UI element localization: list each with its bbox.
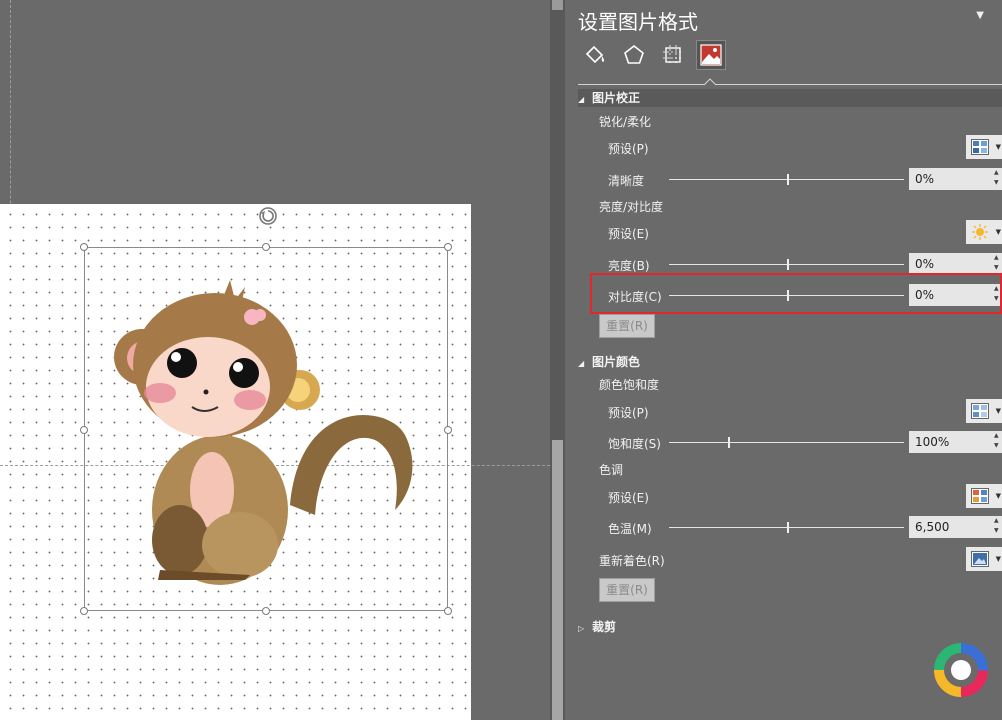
section-picture-corrections[interactable]: ◢ 图片校正 <box>578 89 1002 107</box>
section-title: 图片校正 <box>592 91 641 105</box>
preset-gallery-icon <box>971 139 989 155</box>
resize-handle-bottom-left[interactable] <box>80 607 88 615</box>
contrast-highlight-box <box>590 273 1002 314</box>
section-title: 图片颜色 <box>592 355 641 369</box>
temperature-spinbox[interactable]: 6,500 ▲ ▼ <box>909 516 1002 538</box>
recolor-picture-icon <box>971 551 989 567</box>
recolor-label: 重新着色(R) <box>599 554 665 568</box>
preset-gallery-icon <box>971 403 989 419</box>
sharpen-preset-label: 预设(P) <box>608 142 649 156</box>
picture-icon <box>700 44 722 66</box>
temperature-label: 色温(M) <box>608 522 652 536</box>
bc-preset-label: 预设(E) <box>608 227 649 241</box>
correction-reset-button[interactable]: 重置(R) <box>599 314 655 338</box>
slide-editing-area[interactable] <box>0 0 550 720</box>
pentagon-icon[interactable] <box>621 42 647 68</box>
spin-arrows-icon[interactable]: ▲ ▼ <box>994 516 1002 538</box>
saturation-preset-dropdown[interactable]: ▼ <box>966 399 1002 423</box>
expanded-triangle-icon: ◢ <box>578 359 585 368</box>
scrollbar-thumb[interactable] <box>552 440 563 720</box>
sharpness-slider-thumb[interactable] <box>786 174 789 185</box>
brightness-spinbox[interactable]: 0% ▲ ▼ <box>909 253 1002 275</box>
recolor-dropdown[interactable]: ▼ <box>966 547 1002 571</box>
sharpen-preset-dropdown[interactable]: ▼ <box>966 135 1002 159</box>
brightness-value: 0% <box>915 257 935 271</box>
section-crop[interactable]: ▷ 裁剪 <box>578 618 1002 636</box>
spin-arrows-icon[interactable]: ▲ ▼ <box>994 431 1002 453</box>
resize-handle-top-right[interactable] <box>444 243 452 251</box>
chevron-down-icon: ▼ <box>995 555 1001 563</box>
panel-title: 设置图片格式 <box>578 10 698 34</box>
saturation-label: 饱和度(S) <box>608 437 661 451</box>
group-color-saturation: 颜色饱和度 <box>599 378 660 392</box>
chevron-down-icon: ▼ <box>995 143 1001 151</box>
saturation-spinbox[interactable]: 100% ▲ ▼ <box>909 431 1002 453</box>
group-sharpen-soften: 锐化/柔化 <box>599 115 652 129</box>
collapsed-triangle-icon: ▷ <box>578 624 585 633</box>
tone-preset-dropdown[interactable]: ▼ <box>966 484 1002 508</box>
resize-handle-top[interactable] <box>262 243 270 251</box>
resize-handle-bottom-right[interactable] <box>444 607 452 615</box>
group-brightness-contrast: 亮度/对比度 <box>599 200 664 214</box>
ring-logo-icon <box>934 643 988 697</box>
sharpness-label: 清晰度 <box>608 174 645 188</box>
canvas-scrollbar[interactable] <box>550 0 565 720</box>
selection-frame[interactable] <box>84 247 448 611</box>
tab-picture[interactable] <box>696 40 726 70</box>
resize-handle-right[interactable] <box>444 426 452 434</box>
preset-gallery-icon <box>971 488 989 504</box>
saturation-value: 100% <box>915 435 950 449</box>
temperature-value: 6,500 <box>915 520 950 534</box>
sun-icon <box>972 224 988 240</box>
panel-options-button[interactable]: ▼ <box>976 10 984 21</box>
scrollbar-top-thumb[interactable] <box>552 0 563 10</box>
temperature-slider-thumb[interactable] <box>786 522 789 533</box>
spin-arrows-icon[interactable]: ▲ ▼ <box>994 253 1002 275</box>
saturation-slider[interactable] <box>669 442 904 443</box>
brightness-slider-thumb[interactable] <box>786 259 789 270</box>
color-reset-button[interactable]: 重置(R) <box>599 578 655 602</box>
resize-handle-left[interactable] <box>80 426 88 434</box>
active-tab-pointer <box>704 78 716 86</box>
section-title: 裁剪 <box>592 620 617 634</box>
rotate-handle-icon[interactable] <box>257 205 279 227</box>
paint-bucket-icon[interactable] <box>582 42 608 68</box>
tone-preset-label: 预设(E) <box>608 491 649 505</box>
bc-preset-dropdown[interactable]: ▼ <box>966 220 1002 244</box>
brightness-label: 亮度(B) <box>608 259 650 273</box>
saturation-preset-label: 预设(P) <box>608 406 649 420</box>
chevron-down-icon: ▼ <box>995 228 1001 236</box>
chevron-down-icon: ▼ <box>995 407 1001 415</box>
group-color-tone: 色调 <box>599 463 624 477</box>
chevron-down-icon: ▼ <box>995 492 1001 500</box>
resize-handle-bottom[interactable] <box>262 607 270 615</box>
expanded-triangle-icon: ◢ <box>578 95 585 104</box>
sharpness-value: 0% <box>915 172 935 186</box>
section-picture-color[interactable]: ◢ 图片颜色 <box>578 353 1002 371</box>
saturation-slider-thumb[interactable] <box>727 437 730 448</box>
spin-arrows-icon[interactable]: ▲ ▼ <box>994 168 1002 190</box>
size-grid-icon[interactable] <box>660 42 686 68</box>
sharpness-spinbox[interactable]: 0% ▲ ▼ <box>909 168 1002 190</box>
resize-handle-top-left[interactable] <box>80 243 88 251</box>
tab-divider <box>578 84 1002 85</box>
format-picture-panel: 设置图片格式 ▼ ◢ 图片校正 锐化/柔化 预设(P) ▼ 清晰度 0% ▲ ▼… <box>566 0 1002 720</box>
